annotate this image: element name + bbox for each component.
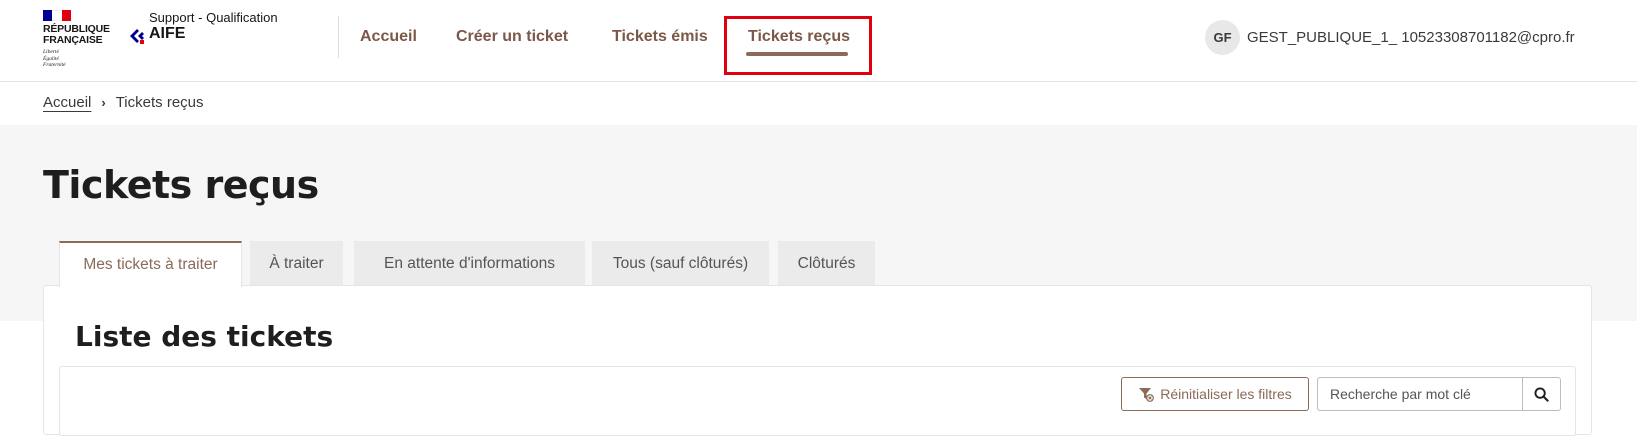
search-button[interactable] — [1522, 377, 1561, 411]
logo-motto: Liberté Égalité Fraternité — [43, 49, 66, 68]
tab-mes-tickets-a-traiter[interactable]: Mes tickets à traiter — [59, 241, 242, 287]
logo-text-line2: FRANÇAISE — [43, 34, 103, 46]
user-menu[interactable]: GF GEST_PUBLIQUE_1_ 10523308701182@cpro.… — [1205, 20, 1575, 55]
tab-clotures[interactable]: Clôturés — [778, 241, 875, 286]
list-title: Liste des tickets — [75, 320, 334, 353]
nav-item-tickets-emis[interactable]: Tickets émis — [612, 28, 708, 46]
aife-logo-icon — [130, 29, 144, 44]
user-email: GEST_PUBLIQUE_1_ 10523308701182@cpro.fr — [1247, 29, 1575, 46]
tab-en-attente-informations[interactable]: En attente d'informations — [354, 241, 585, 286]
reset-filters-label: Réinitialiser les filtres — [1160, 386, 1292, 402]
header-divider — [338, 16, 339, 58]
reset-filters-button[interactable]: Réinitialiser les filtres — [1121, 377, 1309, 411]
search-icon — [1534, 386, 1549, 402]
site-header: RÉPUBLIQUE FRANÇAISE Liberté Égalité Fra… — [0, 0, 1637, 82]
page-title: Tickets reçus — [43, 163, 319, 207]
service-name: AIFE — [149, 25, 186, 42]
breadcrumb-home-link[interactable]: Accueil — [43, 94, 91, 111]
avatar: GF — [1205, 20, 1240, 55]
highlight-annotation — [724, 16, 872, 75]
search-input[interactable] — [1317, 377, 1522, 411]
nav-item-creer-ticket[interactable]: Créer un ticket — [456, 28, 568, 46]
tab-a-traiter[interactable]: À traiter — [250, 241, 343, 286]
chevron-right-icon: › — [101, 95, 106, 110]
tab-tous-sauf-clotures[interactable]: Tous (sauf clôturés) — [592, 241, 769, 286]
nav-item-accueil[interactable]: Accueil — [360, 28, 417, 46]
breadcrumb-current: Tickets reçus — [115, 94, 204, 111]
republique-francaise-logo[interactable]: RÉPUBLIQUE FRANÇAISE Liberté Égalité Fra… — [43, 10, 115, 74]
french-flag-icon — [43, 10, 71, 21]
filter-reset-icon — [1139, 388, 1155, 402]
service-subtitle: Support - Qualification — [149, 10, 278, 25]
breadcrumb: Accueil › Tickets reçus — [43, 94, 204, 111]
